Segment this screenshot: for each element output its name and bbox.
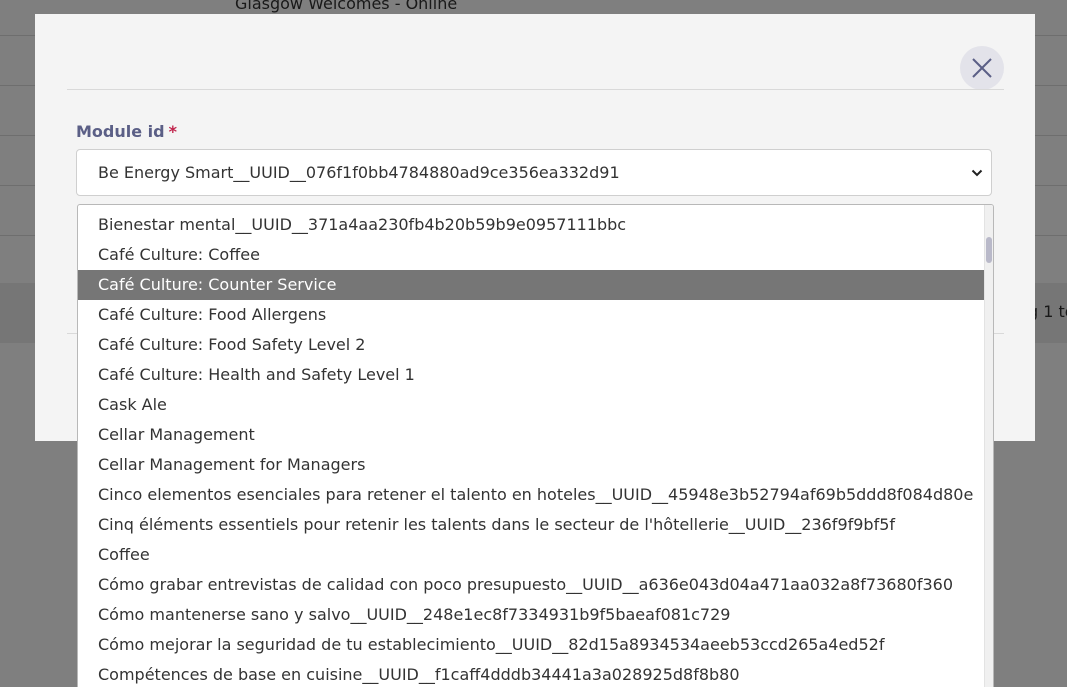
close-icon: [972, 58, 992, 78]
dropdown-option[interactable]: Cask Ale: [78, 390, 986, 420]
module-id-dropdown-list[interactable]: Bienestar mental__UUID__371a4aa230fb4b20…: [77, 204, 994, 687]
modal-header-divider: [67, 89, 1004, 90]
dropdown-option[interactable]: Café Culture: Health and Safety Level 1: [78, 360, 986, 390]
dropdown-option[interactable]: Cellar Management: [78, 420, 986, 450]
dropdown-option[interactable]: Cómo mantenerse sano y salvo__UUID__248e…: [78, 600, 986, 630]
dropdown-option[interactable]: Compétences de base en cuisine__UUID__f1…: [78, 660, 986, 687]
dropdown-option[interactable]: Cinco elementos esenciales para retener …: [78, 480, 986, 510]
dropdown-option[interactable]: Cinq éléments essentiels pour retenir le…: [78, 510, 986, 540]
required-marker: *: [168, 122, 177, 141]
module-id-selected-value: Be Energy Smart__UUID__076f1f0bb4784880a…: [98, 163, 620, 182]
module-id-label-text: Module id: [76, 122, 165, 141]
dropdown-options: Bienestar mental__UUID__371a4aa230fb4b20…: [78, 210, 986, 687]
dropdown-option[interactable]: Cómo mejorar la seguridad de tu establec…: [78, 630, 986, 660]
module-id-select[interactable]: Be Energy Smart__UUID__076f1f0bb4784880a…: [76, 149, 992, 196]
module-id-label: Module id *: [76, 122, 177, 141]
dropdown-option[interactable]: Cómo grabar entrevistas de calidad con p…: [78, 570, 986, 600]
dropdown-option[interactable]: Bienestar mental__UUID__371a4aa230fb4b20…: [78, 210, 986, 240]
dropdown-option[interactable]: Café Culture: Food Allergens: [78, 300, 986, 330]
dropdown-option[interactable]: Café Culture: Coffee: [78, 240, 986, 270]
dropdown-option-highlighted[interactable]: Café Culture: Counter Service: [78, 270, 986, 300]
close-button[interactable]: [960, 46, 1004, 90]
dropdown-option[interactable]: Cellar Management for Managers: [78, 450, 986, 480]
dropdown-option[interactable]: Coffee: [78, 540, 986, 570]
dropdown-scrollbar-thumb[interactable]: [986, 237, 992, 263]
chevron-down-icon: [971, 169, 983, 177]
dropdown-scrollbar[interactable]: [984, 205, 993, 687]
dropdown-option[interactable]: Café Culture: Food Safety Level 2: [78, 330, 986, 360]
